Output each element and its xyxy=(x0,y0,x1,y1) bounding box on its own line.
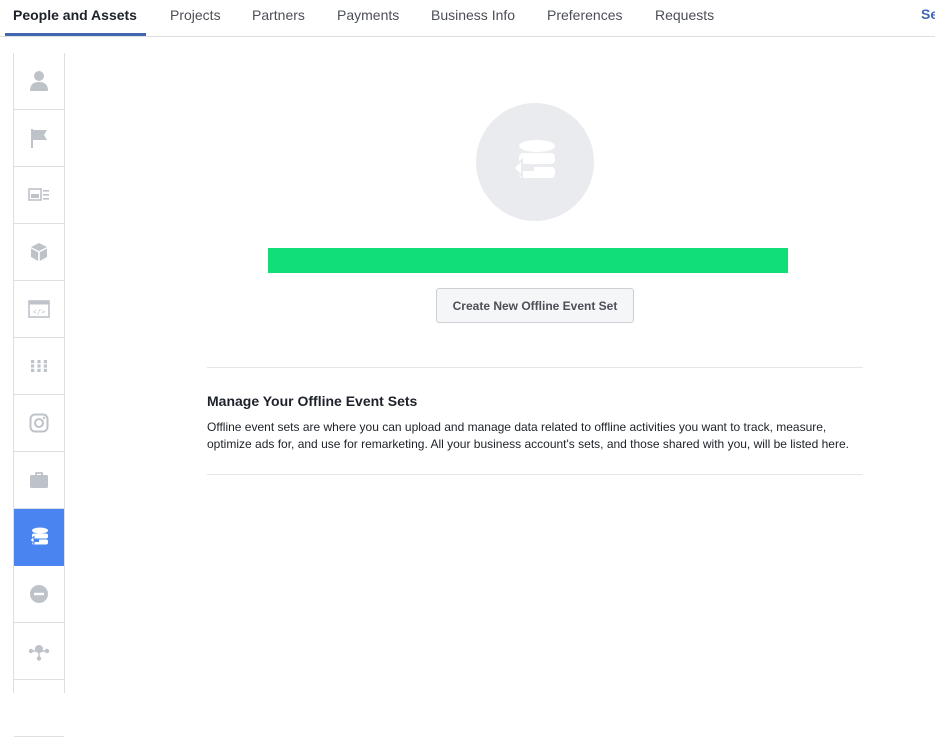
sidebar-item-pages[interactable] xyxy=(14,110,64,167)
instagram-icon xyxy=(29,413,49,433)
sidebar-item-blocked[interactable] xyxy=(14,566,64,623)
section-description: Offline event sets are where you can upl… xyxy=(207,420,849,451)
divider xyxy=(207,474,863,475)
active-tab-indicator xyxy=(5,33,146,36)
tab-business-info[interactable]: Business Info xyxy=(431,0,515,36)
sidebar-item-instagram-accounts[interactable] xyxy=(14,395,64,452)
tab-overflow-label[interactable]: Se xyxy=(921,0,935,28)
cube-icon xyxy=(31,243,47,261)
offline-event-set-illustration xyxy=(476,103,594,221)
ad-account-icon xyxy=(28,188,49,201)
highlight-bar xyxy=(268,248,788,273)
offline-event-set-icon xyxy=(29,527,48,545)
tab-requests[interactable]: Requests xyxy=(655,0,714,36)
grid-icon xyxy=(31,360,47,372)
divider xyxy=(207,367,863,368)
sidebar-item-people[interactable] xyxy=(14,53,64,110)
offline-event-set-icon xyxy=(511,140,555,179)
code-window-icon: </> xyxy=(28,300,50,318)
sidebar: </> xyxy=(13,53,65,737)
sidebar-item-shared-assets[interactable] xyxy=(14,623,64,680)
sidebar-item-ad-accounts[interactable] xyxy=(14,167,64,224)
sidebar-item-business-asset-groups[interactable] xyxy=(14,452,64,509)
tab-partners[interactable]: Partners xyxy=(252,0,305,36)
svg-text:</>: </> xyxy=(33,308,46,316)
tab-people-and-assets[interactable]: People and Assets xyxy=(13,0,137,36)
network-icon xyxy=(28,645,50,661)
sidebar-item-product-catalogs[interactable] xyxy=(14,224,64,281)
create-new-offline-event-set-button[interactable]: Create New Offline Event Set xyxy=(436,288,634,323)
section-title: Manage Your Offline Event Sets xyxy=(207,393,418,409)
minus-circle-icon xyxy=(30,585,48,603)
top-navigation: People and Assets Projects Partners Paym… xyxy=(0,0,935,37)
tab-projects[interactable]: Projects xyxy=(170,0,221,36)
sidebar-item-pixels[interactable]: </> xyxy=(14,281,64,338)
sidebar-item-more[interactable] xyxy=(14,680,64,737)
tab-payments[interactable]: Payments xyxy=(337,0,399,36)
person-icon xyxy=(30,71,48,91)
sidebar-item-apps[interactable] xyxy=(14,338,64,395)
sidebar-item-offline-event-sets[interactable] xyxy=(14,509,64,566)
briefcase-icon xyxy=(30,472,48,488)
flag-icon xyxy=(31,129,47,148)
tab-preferences[interactable]: Preferences xyxy=(547,0,622,36)
